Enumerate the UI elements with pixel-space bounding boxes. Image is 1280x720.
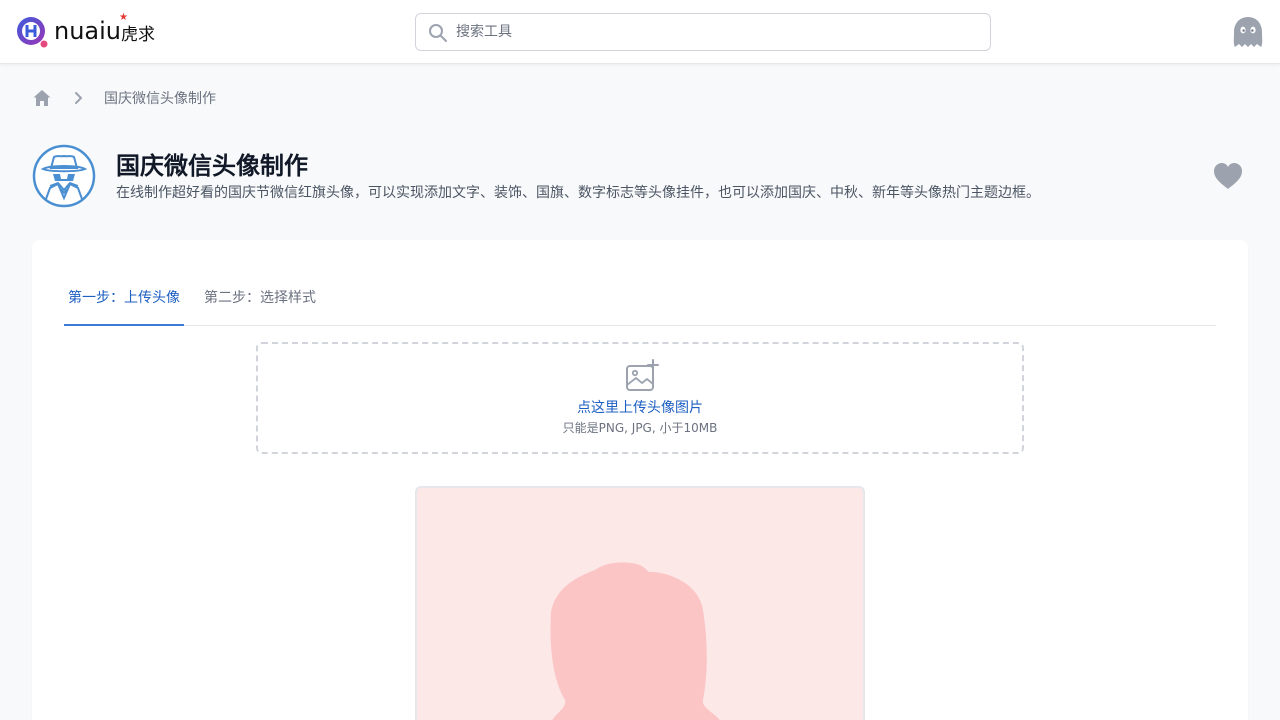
image-add-icon — [626, 359, 659, 391]
top-header: nuaiu 虎求 ★ — [0, 0, 1280, 64]
home-icon[interactable] — [32, 88, 52, 108]
search-icon — [429, 24, 447, 42]
upload-label[interactable]: 点这里上传头像图片 — [258, 398, 1022, 418]
chevron-right-icon — [75, 92, 82, 104]
logo-mark-icon — [17, 17, 48, 48]
upload-hint: 只能是PNG, JPG, 小于10MB — [562, 421, 718, 435]
logo-star-icon: ★ — [119, 12, 128, 23]
logo-cn-text: 虎求 — [121, 24, 156, 45]
logo-text: nuaiu — [54, 17, 122, 45]
tab-step-upload[interactable]: 第一步：上传头像 — [64, 280, 184, 326]
upload-dropzone[interactable]: 点这里上传头像图片 只能是PNG, JPG, 小于10MB — [256, 342, 1024, 454]
heart-icon[interactable] — [1212, 160, 1244, 192]
search-box[interactable] — [415, 13, 991, 51]
spy-icon — [32, 144, 96, 208]
breadcrumb-current[interactable]: 国庆微信头像制作 — [104, 88, 216, 108]
page-description: 在线制作超好看的国庆节微信红旗头像，可以实现添加文字、装饰、国旗、数字标志等头像… — [116, 185, 1040, 201]
tab-step-style[interactable]: 第二步：选择样式 — [200, 280, 320, 326]
page-title: 国庆微信头像制作 — [116, 152, 308, 180]
tool-card: 第一步：上传头像 第二步：选择样式 点这里上传头像图片 只能是PNG, JPG,… — [32, 240, 1248, 720]
search-input[interactable] — [456, 14, 976, 50]
avatar-preview — [415, 486, 865, 720]
breadcrumb: 国庆微信头像制作 — [32, 88, 216, 108]
site-logo[interactable]: nuaiu 虎求 ★ — [16, 12, 156, 50]
step-tabs: 第一步：上传头像 第二步：选择样式 — [64, 280, 1216, 326]
avatar-silhouette — [550, 562, 720, 720]
ghost-avatar-icon[interactable] — [1232, 16, 1264, 48]
